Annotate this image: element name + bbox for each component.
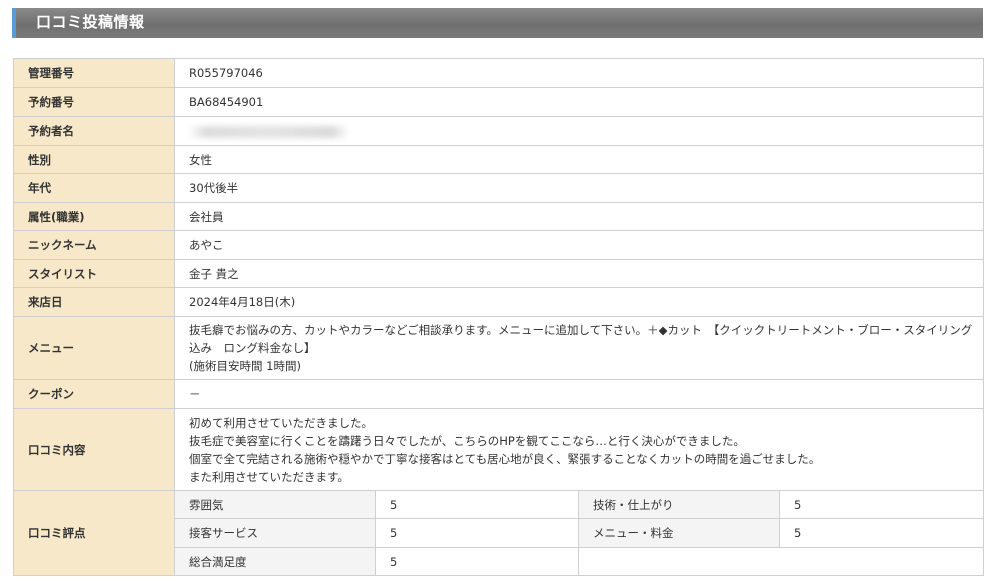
- nickname-value: あやこ: [173, 230, 985, 260]
- row-reserver-name: 予約者名: [13, 116, 985, 146]
- gender-label: 性別: [13, 145, 175, 174]
- menu-label: メニュー: [13, 316, 175, 380]
- review-line: 個室で全て完結される施術や穏やかで丁寧な接客はとても居心地が良く、緊張することな…: [189, 451, 821, 466]
- section-title: 口コミ投稿情報: [36, 13, 145, 31]
- atmosphere-label: 雰囲気: [174, 490, 376, 519]
- row-age: 年代 30代後半: [13, 173, 985, 203]
- service-score: 5: [375, 518, 579, 548]
- row-reserve-no: 予約番号 BA68454901: [13, 87, 985, 117]
- atmosphere-score: 5: [375, 490, 579, 519]
- review-info-table: 管理番号 R055797046 予約番号 BA68454901 予約者名 性別 …: [13, 58, 985, 576]
- overall-label: 総合満足度: [174, 547, 376, 576]
- row-visit-date: 来店日 2024年4月18日(木): [13, 287, 985, 317]
- gender-value: 女性: [173, 145, 985, 174]
- stylist-value: 金子 貴之: [173, 259, 985, 288]
- attribute-value: 会社員: [173, 202, 985, 231]
- row-coupon: クーポン －: [13, 379, 985, 409]
- age-label: 年代: [13, 173, 175, 203]
- menu-price-score: 5: [778, 518, 985, 548]
- nickname-label: ニックネーム: [13, 230, 175, 260]
- menu-text: 抜毛癖でお悩みの方、カットやカラーなどご相談承ります。メニューに追加して下さい。…: [189, 323, 973, 355]
- row-gender: 性別 女性: [13, 145, 985, 174]
- technique-label: 技術・仕上がり: [578, 490, 780, 519]
- stylist-label: スタイリスト: [13, 259, 175, 288]
- coupon-value: －: [173, 379, 985, 409]
- attribute-label: 属性(職業): [13, 202, 175, 231]
- reserve-no-label: 予約番号: [13, 87, 175, 117]
- review-line: 初めて利用させていただきました。: [189, 415, 373, 430]
- review-label: 口コミ内容: [13, 408, 175, 491]
- reserver-name-value: [173, 116, 985, 146]
- admin-no-label: 管理番号: [13, 58, 175, 88]
- reserver-name-label: 予約者名: [13, 116, 175, 146]
- menu-price-label: メニュー・料金: [578, 518, 780, 548]
- row-rating-1: 口コミ評点 雰囲気 5 技術・仕上がり 5: [13, 490, 985, 576]
- review-value: 初めて利用させていただきました。 抜毛症で美容室に行くことを躊躇う日々でしたが、…: [173, 408, 985, 491]
- technique-score: 5: [778, 490, 985, 519]
- age-value: 30代後半: [173, 173, 985, 203]
- section-header: 口コミ投稿情報: [12, 8, 983, 38]
- visit-date-label: 来店日: [13, 287, 175, 317]
- service-label: 接客サービス: [174, 518, 376, 548]
- row-attribute: 属性(職業) 会社員: [13, 202, 985, 231]
- reserve-no-value: BA68454901: [173, 87, 985, 117]
- visit-date-value: 2024年4月18日(木): [173, 287, 985, 317]
- row-admin-no: 管理番号 R055797046: [13, 58, 985, 88]
- coupon-label: クーポン: [13, 379, 175, 409]
- rating-label: 口コミ評点: [13, 490, 175, 576]
- redacted-name-blur: [189, 125, 349, 138]
- menu-duration: (施術目安時間 1時間): [189, 359, 301, 373]
- review-line: また利用させていただきます。: [189, 469, 349, 484]
- review-line: 抜毛症で美容室に行くことを躊躇う日々でしたが、こちらのHPを観てここなら…と行く…: [189, 433, 745, 448]
- menu-value: 抜毛癖でお悩みの方、カットやカラーなどご相談承ります。メニューに追加して下さい。…: [173, 316, 985, 380]
- row-menu: メニュー 抜毛癖でお悩みの方、カットやカラーなどご相談承ります。メニューに追加し…: [13, 316, 985, 380]
- empty-cell: [577, 547, 985, 576]
- row-stylist: スタイリスト 金子 貴之: [13, 259, 985, 288]
- row-nickname: ニックネーム あやこ: [13, 230, 985, 260]
- row-review: 口コミ内容 初めて利用させていただきました。 抜毛症で美容室に行くことを躊躇う日…: [13, 408, 985, 491]
- admin-no-value: R055797046: [173, 58, 985, 88]
- overall-score: 5: [375, 547, 579, 576]
